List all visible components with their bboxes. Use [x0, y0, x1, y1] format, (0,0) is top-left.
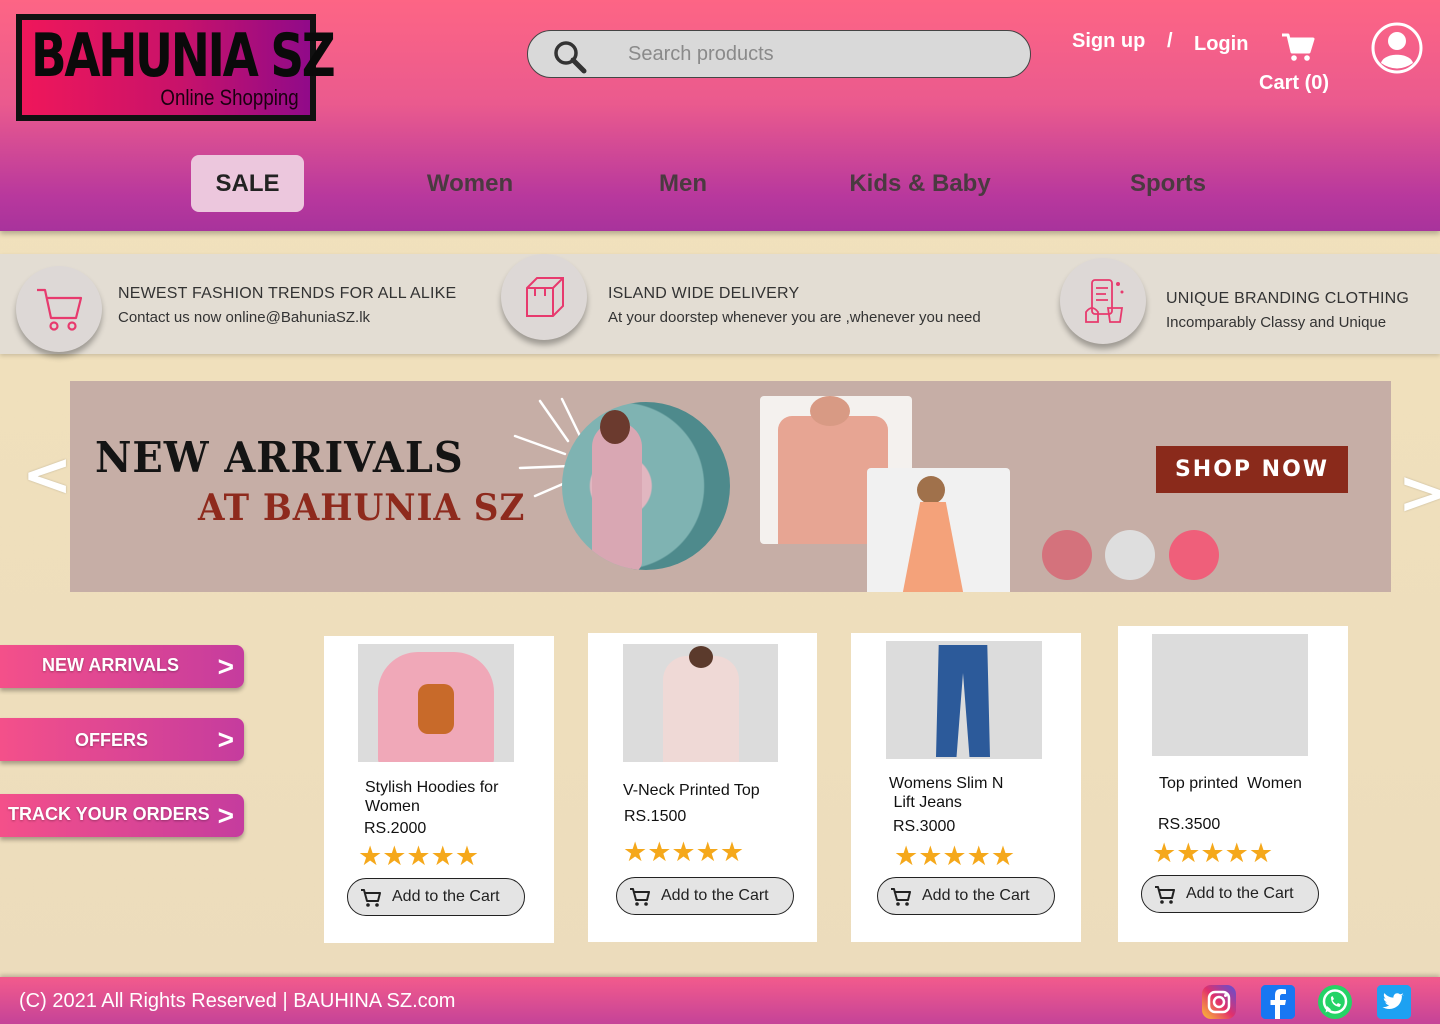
product-image-jeans[interactable]: [886, 641, 1042, 759]
site-footer: (C) 2021 All Rights Reserved | BAUHINA S…: [0, 977, 1440, 1024]
cart-label[interactable]: Cart (0): [1259, 72, 1329, 95]
whatsapp-icon[interactable]: [1317, 984, 1353, 1020]
product-price: RS.1500: [624, 808, 687, 825]
add-to-cart-label: Add to the Cart: [1186, 885, 1294, 902]
banner-title: NEW ARRIVALS: [95, 433, 464, 482]
shop-now-button[interactable]: SHOP NOW: [1156, 446, 1348, 493]
side-menu-label: OFFERS: [75, 730, 149, 750]
search-bar: [527, 30, 1031, 78]
carousel-dot-2[interactable]: [1105, 530, 1155, 580]
site-header: BAHUNIA SZ Online Shopping Sign up / Log…: [0, 0, 1440, 231]
side-menu-label: TRACK YOUR ORDERS: [8, 804, 210, 824]
info-box-badge: [501, 254, 587, 340]
product-image-hoodie[interactable]: [358, 644, 514, 762]
add-to-cart-label: Add to the Cart: [922, 887, 1030, 904]
info-branding-badge: [1060, 258, 1146, 344]
rating-stars: ★★★★★: [894, 841, 1016, 871]
chevron-right-icon: >: [217, 651, 234, 682]
brand-logo[interactable]: BAHUNIA SZ Online Shopping: [16, 14, 336, 121]
product-card[interactable]: Top printed Women RS.3500 ★★★★★ Add to t…: [1118, 626, 1348, 942]
cart-icon: [37, 288, 83, 331]
info-text: At your doorstep whenever you are ,whene…: [608, 309, 981, 326]
add-to-cart-button[interactable]: Add to the Cart: [877, 877, 1055, 915]
signup-link[interactable]: Sign up: [1072, 30, 1145, 53]
carousel-prev-arrow[interactable]: <: [22, 440, 72, 510]
info-title: ISLAND WIDE DELIVERY: [608, 285, 800, 302]
nav-kids-baby[interactable]: Kids & Baby: [840, 155, 1000, 212]
side-menu-new-arrivals[interactable]: NEW ARRIVALS >: [0, 645, 244, 688]
cart-icon: [891, 888, 911, 906]
footer-copyright: (C) 2021 All Rights Reserved | BAUHINA S…: [19, 990, 456, 1012]
model-photo-woman: [562, 402, 730, 570]
auth-separator: /: [1167, 30, 1173, 52]
carousel-dot-3[interactable]: [1169, 530, 1219, 580]
product-image-top[interactable]: [623, 644, 778, 762]
side-menu-track-orders[interactable]: TRACK YOUR ORDERS >: [0, 794, 244, 837]
product-image-placeholder[interactable]: [1152, 634, 1308, 756]
rating-stars: ★★★★★: [1152, 838, 1274, 868]
login-link[interactable]: Login: [1194, 33, 1248, 56]
product-price: RS.3000: [893, 818, 956, 835]
search-icon[interactable]: [552, 39, 588, 75]
add-to-cart-button[interactable]: Add to the Cart: [1141, 875, 1319, 913]
branding-icon: [1085, 279, 1124, 323]
user-avatar-icon[interactable]: [1371, 22, 1423, 74]
add-to-cart-button[interactable]: Add to the Cart: [347, 878, 525, 916]
twitter-icon[interactable]: [1376, 984, 1412, 1020]
cart-icon: [1155, 886, 1175, 904]
info-title: NEWEST FASHION TRENDS FOR ALL ALIKE: [118, 285, 457, 302]
nav-women[interactable]: Women: [410, 155, 530, 212]
rating-stars: ★★★★★: [623, 837, 745, 867]
cart-icon: [361, 889, 381, 907]
banner-subtitle: AT BAHUNIA SZ: [198, 487, 526, 529]
product-name[interactable]: V-Neck Printed Top: [623, 781, 760, 800]
product-price: RS.3500: [1158, 816, 1221, 833]
product-name[interactable]: Top printed Women: [1159, 774, 1302, 793]
add-to-cart-button[interactable]: Add to the Cart: [616, 877, 794, 915]
hero-banner[interactable]: NEW ARRIVALS AT BAHUNIA SZ SHOP NOW: [70, 381, 1391, 592]
chevron-right-icon: >: [217, 724, 234, 755]
box-icon: [526, 277, 564, 317]
instagram-icon[interactable]: [1201, 984, 1237, 1020]
product-card[interactable]: Womens Slim N Lift Jeans RS.3000 ★★★★★ A…: [851, 633, 1081, 942]
side-menu-label: NEW ARRIVALS: [42, 655, 179, 675]
carousel-dot-1[interactable]: [1042, 530, 1092, 580]
add-to-cart-label: Add to the Cart: [392, 888, 500, 905]
info-strip: NEWEST FASHION TRENDS FOR ALL ALIKE Cont…: [0, 254, 1440, 354]
product-card[interactable]: V-Neck Printed Top RS.1500 ★★★★★ Add to …: [588, 633, 817, 942]
info-title: UNIQUE BRANDING CLOTHING: [1166, 290, 1410, 307]
cart-icon: [630, 888, 650, 906]
model-photo-girl: [867, 468, 1010, 592]
chevron-right-icon: >: [217, 800, 234, 831]
logo-title: BAHUNIA SZ: [31, 21, 336, 91]
nav-sports[interactable]: Sports: [1118, 155, 1218, 212]
nav-sale[interactable]: SALE: [191, 155, 304, 212]
info-text: Contact us now online@BahuniaSZ.lk: [118, 309, 371, 326]
cart-icon[interactable]: [1281, 30, 1315, 64]
search-input[interactable]: [628, 31, 1008, 77]
product-name[interactable]: Womens Slim N Lift Jeans: [889, 774, 1003, 812]
logo-tagline: Online Shopping: [160, 85, 299, 110]
nav-men[interactable]: Men: [640, 155, 726, 212]
product-name[interactable]: Stylish Hoodies for Women: [365, 778, 498, 816]
info-cart-badge: [16, 266, 102, 352]
info-text: Incomparably Classy and Unique: [1166, 314, 1387, 331]
rating-stars: ★★★★★: [358, 841, 480, 871]
facebook-icon[interactable]: [1260, 984, 1296, 1020]
product-card[interactable]: Stylish Hoodies for Women RS.2000 ★★★★★ …: [324, 636, 554, 943]
side-menu-offers[interactable]: OFFERS >: [0, 718, 244, 761]
carousel-next-arrow[interactable]: >: [1398, 458, 1440, 528]
product-price: RS.2000: [364, 820, 427, 837]
add-to-cart-label: Add to the Cart: [661, 887, 769, 904]
